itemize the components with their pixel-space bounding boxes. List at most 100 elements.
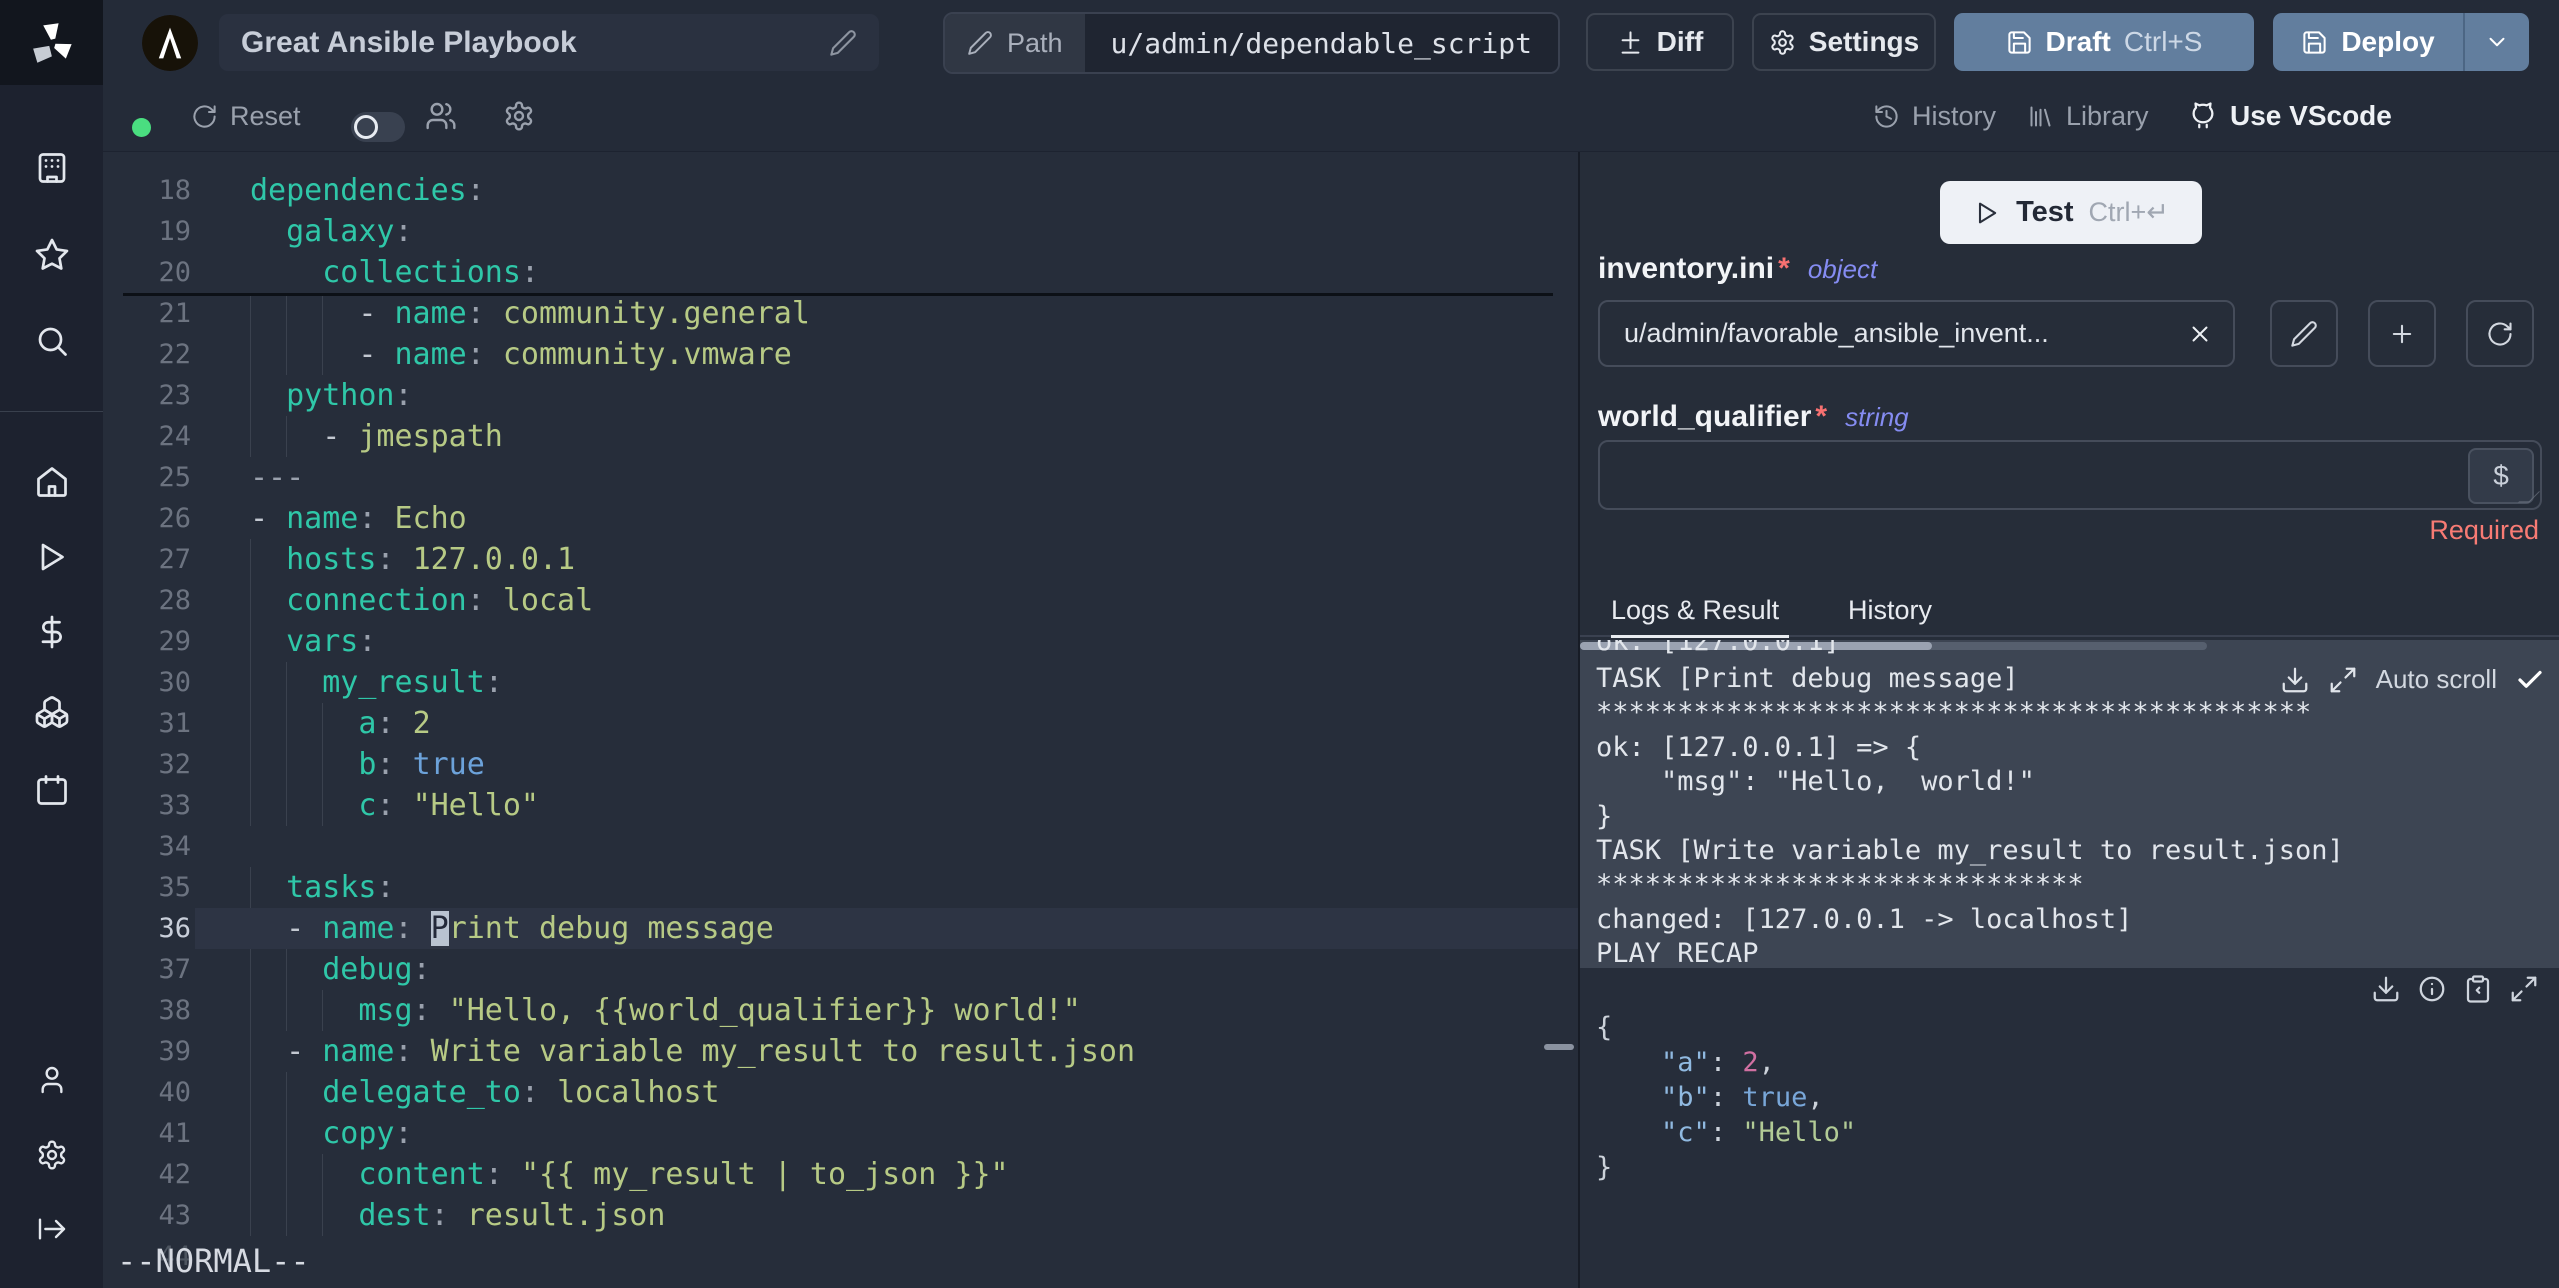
log-clipped-line: ok: [127.0.0.1]: [1596, 640, 1840, 657]
line-number: 26: [158, 503, 191, 534]
pencil-icon: [2290, 320, 2318, 348]
code-line: - name: Write variable my_result to resu…: [250, 1031, 1578, 1072]
indent-guide: [322, 703, 324, 744]
auto-scroll-checkbox[interactable]: [2515, 665, 2545, 695]
diff-button[interactable]: Diff: [1586, 13, 1734, 71]
inventory-type-annotation: object: [1807, 254, 1878, 284]
plus-icon: [2388, 320, 2416, 348]
code-line: dest: result.json: [250, 1195, 1578, 1236]
vim-mode-indicator: --NORMAL--: [117, 1242, 310, 1280]
script-title: Great Ansible Playbook: [241, 25, 577, 59]
windmill-logo-icon[interactable]: [0, 0, 103, 85]
library-icon: [2027, 103, 2054, 130]
world-qualifier-type-annotation: string: [1845, 402, 1909, 432]
result-json-line: {: [1596, 1012, 1613, 1043]
log-output-panel[interactable]: ok: [127.0.0.1] TASK [Print debug messag…: [1580, 640, 2559, 968]
indent-guide: [286, 1072, 288, 1113]
code-line: tasks:: [250, 867, 1578, 908]
dollar-icon[interactable]: [34, 614, 70, 650]
path-chip[interactable]: Path u/admin/dependable_script: [943, 12, 1560, 74]
clear-resource-icon[interactable]: [2187, 321, 2213, 347]
edit-resource-button[interactable]: [2270, 300, 2338, 367]
copy-result-icon[interactable]: [2463, 974, 2493, 1004]
editor-settings-button[interactable]: [503, 100, 535, 132]
expand-logs-icon[interactable]: [2328, 665, 2358, 695]
active-tab-underline: [1611, 635, 1789, 638]
play-icon[interactable]: [34, 539, 70, 575]
topbar: Great Ansible Playbook Path u/admin/depe…: [103, 0, 2559, 85]
toggle-knob: [354, 115, 378, 139]
tab-history[interactable]: History: [1848, 595, 1932, 626]
indent-guide: [250, 949, 251, 990]
download-logs-icon[interactable]: [2280, 665, 2310, 695]
indent-guide: [286, 293, 288, 334]
expand-result-icon[interactable]: [2509, 974, 2539, 1004]
edit-path-pencil-icon[interactable]: [967, 30, 993, 56]
indent-guide: [250, 1113, 251, 1154]
logout-icon[interactable]: [36, 1213, 68, 1245]
code-line: c: "Hello": [250, 785, 1578, 826]
download-result-icon[interactable]: [2371, 974, 2401, 1004]
indent-guide: [250, 1154, 251, 1195]
indent-guide: [322, 1154, 324, 1195]
log-line: TASK [Print debug message]: [1596, 663, 2019, 694]
settings-button[interactable]: Settings: [1752, 13, 1936, 71]
result-info-icon[interactable]: [2417, 974, 2447, 1004]
diff-mode-toggle[interactable]: [351, 112, 405, 142]
home-icon[interactable]: [34, 464, 70, 500]
library-button[interactable]: Library: [2027, 101, 2149, 132]
collaborators-button[interactable]: [425, 100, 457, 132]
calendar-icon[interactable]: [34, 772, 70, 808]
line-number: 20: [158, 257, 191, 288]
line-number: 32: [158, 749, 191, 780]
tab-logs-result[interactable]: Logs & Result: [1611, 595, 1779, 626]
gear-icon[interactable]: [36, 1139, 68, 1171]
indent-guide: [286, 1113, 288, 1154]
indent-guide: [286, 744, 288, 785]
search-icon[interactable]: [34, 323, 70, 359]
indent-guide: [286, 703, 288, 744]
deploy-button[interactable]: Deploy: [2273, 13, 2463, 71]
draft-button[interactable]: Draft Ctrl+S: [1954, 13, 2254, 71]
log-line: }: [1596, 800, 1613, 832]
star-icon[interactable]: [34, 237, 70, 273]
inventory-path-input[interactable]: u/admin/favorable_ansible_invent...: [1598, 300, 2235, 367]
indent-guide: [322, 785, 324, 826]
indent-guide: [250, 293, 251, 334]
inventory-path-value: u/admin/favorable_ansible_invent...: [1624, 318, 2049, 348]
indent-guide: [322, 744, 324, 785]
deploy-dropdown-button[interactable]: [2463, 13, 2529, 71]
log-line: "msg": "Hello, world!": [1596, 766, 2035, 798]
editor-scrollbar-handle[interactable]: [1544, 1044, 1574, 1050]
edit-title-pencil-icon[interactable]: [829, 29, 857, 57]
indent-guide: [250, 375, 251, 416]
reset-button[interactable]: Reset: [191, 101, 301, 132]
world-qualifier-input[interactable]: $: [1598, 440, 2542, 510]
code-line: - name: community.general: [250, 293, 1578, 334]
history-button[interactable]: History: [1873, 101, 1996, 132]
code-line: hosts: 127.0.0.1: [250, 539, 1578, 580]
indent-guide: [322, 1195, 324, 1236]
line-number: 29: [158, 626, 191, 657]
indent-guide: [250, 990, 251, 1031]
log-line: PLAY RECAP: [1596, 938, 1759, 968]
line-number: 18: [158, 175, 191, 206]
windmill-script-editor: { "colors": { "sidebar_bg": "#1d222f", "…: [0, 0, 2559, 1288]
gear-icon: [503, 100, 535, 132]
script-title-field[interactable]: Great Ansible Playbook: [219, 14, 879, 71]
boxes-icon[interactable]: [34, 694, 70, 730]
add-resource-button[interactable]: [2368, 300, 2436, 367]
building-icon[interactable]: [34, 150, 70, 186]
refresh-resource-button[interactable]: [2466, 300, 2534, 367]
test-button[interactable]: Test Ctrl+↵: [1940, 181, 2202, 244]
line-number: 36: [158, 913, 191, 944]
user-icon[interactable]: [36, 1064, 68, 1096]
code-line: my_result:: [250, 662, 1578, 703]
auto-scroll-label: Auto scroll: [2375, 664, 2497, 694]
use-vscode-button[interactable]: Use VScode: [2188, 100, 2392, 132]
code-line: dependencies:: [250, 173, 485, 208]
code-editor[interactable]: 18 19 20 21 22 23 24 25 26 27 28 29 30 31 32 33 34 35 36 37…: [103, 152, 1578, 1288]
indent-guide: [250, 744, 251, 785]
code-line: msg: "Hello, {{world_qualifier}} world!": [250, 990, 1578, 1031]
